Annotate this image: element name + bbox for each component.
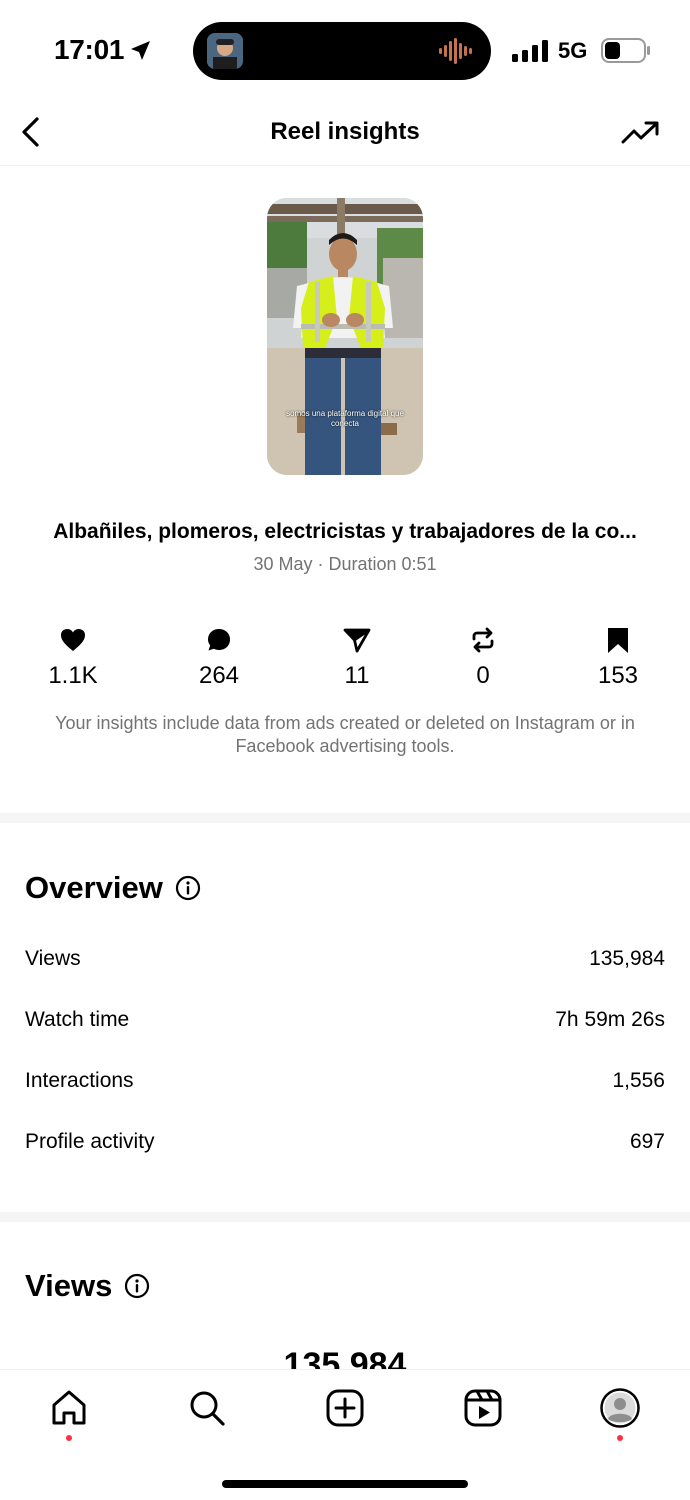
overview-row-watch-time: Watch time 7h 59m 26s (25, 1008, 665, 1038)
status-time: 17:01 (54, 34, 125, 65)
tab-create[interactable] (325, 1388, 365, 1428)
reels-icon (464, 1389, 502, 1427)
row-value: 7h 59m 26s (555, 1008, 665, 1031)
heart-icon (61, 629, 85, 651)
repost-icon (472, 627, 494, 653)
trending-up-icon[interactable] (620, 118, 660, 148)
profile-avatar (600, 1388, 640, 1428)
tab-home[interactable] (49, 1388, 89, 1428)
info-icon[interactable] (124, 1273, 150, 1299)
reel-meta: 30 May · Duration 0:51 (253, 554, 437, 574)
section-divider (0, 1212, 690, 1222)
audio-waveform-icon (439, 38, 472, 64)
likes-stat: 1.1K (23, 626, 123, 690)
overview-row-views: Views 135,984 (25, 947, 665, 977)
shares-stat: 11 (307, 626, 407, 690)
reel-caption-overlay: somos una plataforma digital que conecta (286, 409, 404, 428)
home-indicator[interactable] (222, 1480, 468, 1488)
reel-thumbnail[interactable]: somos una plataforma digital que conecta (267, 198, 423, 475)
views-heading: Views (25, 1268, 150, 1304)
status-bar: 17:01 5G (0, 0, 690, 100)
overview-row-profile-activity: Profile activity 697 (25, 1130, 665, 1160)
profile-notification-dot (617, 1435, 623, 1441)
reposts-count: 0 (476, 662, 490, 689)
overview-row-interactions: Interactions 1,556 (25, 1069, 665, 1099)
tab-reels[interactable] (463, 1388, 503, 1428)
ads-disclaimer: Your insights include data from ads crea… (55, 713, 635, 756)
page-title: Reel insights (270, 118, 420, 145)
location-arrow-icon (131, 41, 150, 60)
reel-title: Albañiles, plomeros, electricistas y tra… (53, 520, 637, 543)
tab-search[interactable] (187, 1388, 227, 1428)
battery-icon (601, 38, 650, 63)
create-icon (326, 1389, 364, 1427)
bookmark-icon (608, 628, 628, 653)
dynamic-island[interactable] (193, 22, 491, 80)
home-notification-dot (66, 1435, 72, 1441)
comments-stat: 264 (169, 626, 269, 690)
saves-count: 153 (597, 662, 639, 689)
row-value: 697 (629, 1130, 665, 1153)
search-icon (190, 1391, 225, 1426)
row-value: 1,556 (612, 1069, 665, 1092)
tab-profile[interactable] (600, 1388, 640, 1428)
shares-count: 11 (344, 662, 370, 689)
home-icon (52, 1390, 86, 1425)
reposts-stat: 0 (433, 626, 533, 690)
top-nav: Reel insights (0, 100, 690, 166)
saves-stat: 153 (568, 626, 668, 690)
info-icon[interactable] (175, 875, 201, 901)
overview-title: Overview (25, 870, 163, 905)
section-divider (0, 813, 690, 823)
network-type: 5G (558, 38, 588, 63)
cellular-signal-icon (512, 40, 548, 62)
row-label: Profile activity (25, 1130, 155, 1153)
share-icon (343, 628, 371, 653)
views-title: Views (25, 1268, 113, 1303)
row-label: Views (25, 947, 81, 970)
row-value: 135,984 (589, 947, 665, 970)
row-label: Interactions (25, 1069, 134, 1092)
comment-icon (208, 629, 230, 651)
likes-count: 1.1K (48, 662, 98, 689)
overview-heading: Overview (25, 870, 201, 906)
row-label: Watch time (25, 1008, 130, 1031)
now-playing-thumbnail (207, 33, 243, 69)
comments-count: 264 (198, 662, 240, 689)
